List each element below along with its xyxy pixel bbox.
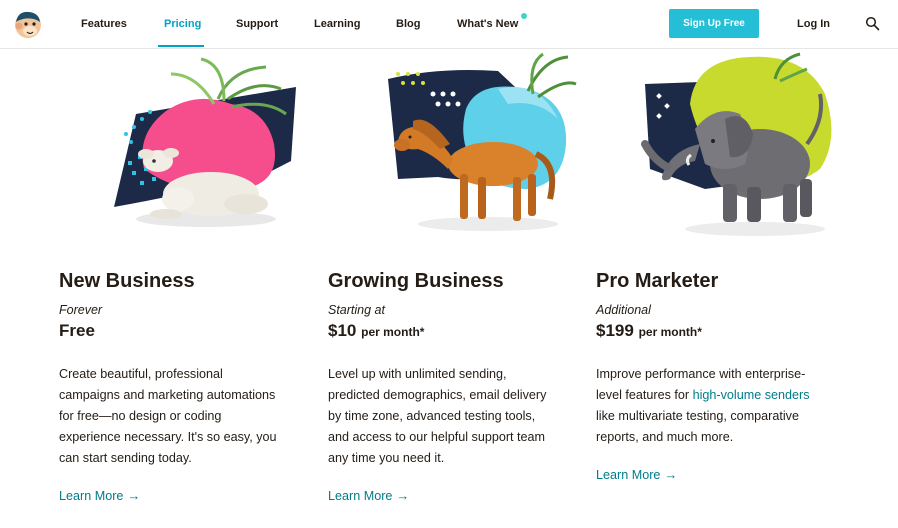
description-line: by time zone, advanced testing tools,: [328, 409, 536, 423]
plan-description: Level up with unlimited sending, predict…: [328, 364, 546, 469]
nav-pricing[interactable]: Pricing: [164, 0, 201, 47]
price-suffix: per month*: [361, 325, 425, 339]
plan-name: Pro Marketer: [596, 270, 719, 292]
nav-features[interactable]: Features: [81, 0, 127, 47]
freddie-logo-icon[interactable]: [13, 9, 43, 39]
lamb-figurine-illustration: [114, 57, 296, 227]
plan-price: Free: [59, 321, 95, 341]
learn-more-link-growing-business[interactable]: Learn More →: [328, 488, 409, 503]
log-in-link[interactable]: Log In: [797, 0, 830, 48]
arrow-right-icon: →: [396, 488, 410, 503]
plan-price: $199 per month*: [596, 321, 702, 341]
nav-blog[interactable]: Blog: [396, 0, 420, 47]
plan-name: New Business: [59, 270, 195, 292]
description-line: like multivariate testing, comparative: [596, 409, 799, 423]
price-suffix: per month*: [638, 325, 702, 339]
price-amount: $199: [596, 321, 634, 340]
high-volume-senders-link[interactable]: high-volume senders: [693, 388, 810, 402]
new-indicator-dot-icon: [521, 13, 527, 19]
plan-description: Improve performance with enterprise- lev…: [596, 364, 810, 448]
top-navigation-bar: Features Pricing Support Learning Blog W…: [0, 0, 898, 49]
description-line: level features for: [596, 388, 693, 402]
plan-term: Additional: [596, 303, 651, 317]
active-tab-indicator: [158, 45, 204, 47]
arrow-right-icon: →: [127, 488, 141, 503]
learn-more-label: Learn More: [596, 468, 661, 482]
learn-more-link-pro-marketer[interactable]: Learn More →: [596, 467, 677, 482]
plan-term: Forever: [59, 303, 103, 317]
description-line: any time you need it.: [328, 451, 445, 465]
arrow-right-icon: →: [664, 467, 678, 482]
description-line: can start sending today.: [59, 451, 192, 465]
plan-description: Create beautiful, professional campaigns…: [59, 364, 277, 469]
price-amount: $10: [328, 321, 357, 340]
plan-price: $10 per month*: [328, 321, 424, 341]
description-line: Improve performance with enterprise-: [596, 367, 806, 381]
learn-more-label: Learn More: [328, 489, 393, 503]
sign-up-free-button[interactable]: Sign Up Free: [669, 9, 759, 38]
price-amount: Free: [59, 321, 95, 340]
learn-more-label: Learn More: [59, 489, 124, 503]
description-line: and access to our helpful support team: [328, 430, 546, 444]
description-line: Create beautiful, professional: [59, 367, 223, 381]
nav-whats-new[interactable]: What's New: [457, 0, 518, 47]
learn-more-link-new-business[interactable]: Learn More →: [59, 488, 140, 503]
description-line: for free—no design or coding: [59, 409, 222, 423]
description-line: Level up with unlimited sending,: [328, 367, 507, 381]
plan-term: Starting at: [328, 303, 385, 317]
nav-learning[interactable]: Learning: [314, 0, 360, 47]
elephant-figurine-illustration: [641, 52, 832, 236]
plan-name: Growing Business: [328, 270, 504, 292]
horse-figurine-illustration: [388, 52, 577, 231]
description-line: experience necessary. It's so easy, you: [59, 430, 277, 444]
description-line: campaigns and marketing automations: [59, 388, 276, 402]
nav-support[interactable]: Support: [236, 0, 278, 47]
description-line: reports, and much more.: [596, 430, 734, 444]
description-line: predicted demographics, email delivery: [328, 388, 547, 402]
search-icon[interactable]: [865, 16, 880, 31]
